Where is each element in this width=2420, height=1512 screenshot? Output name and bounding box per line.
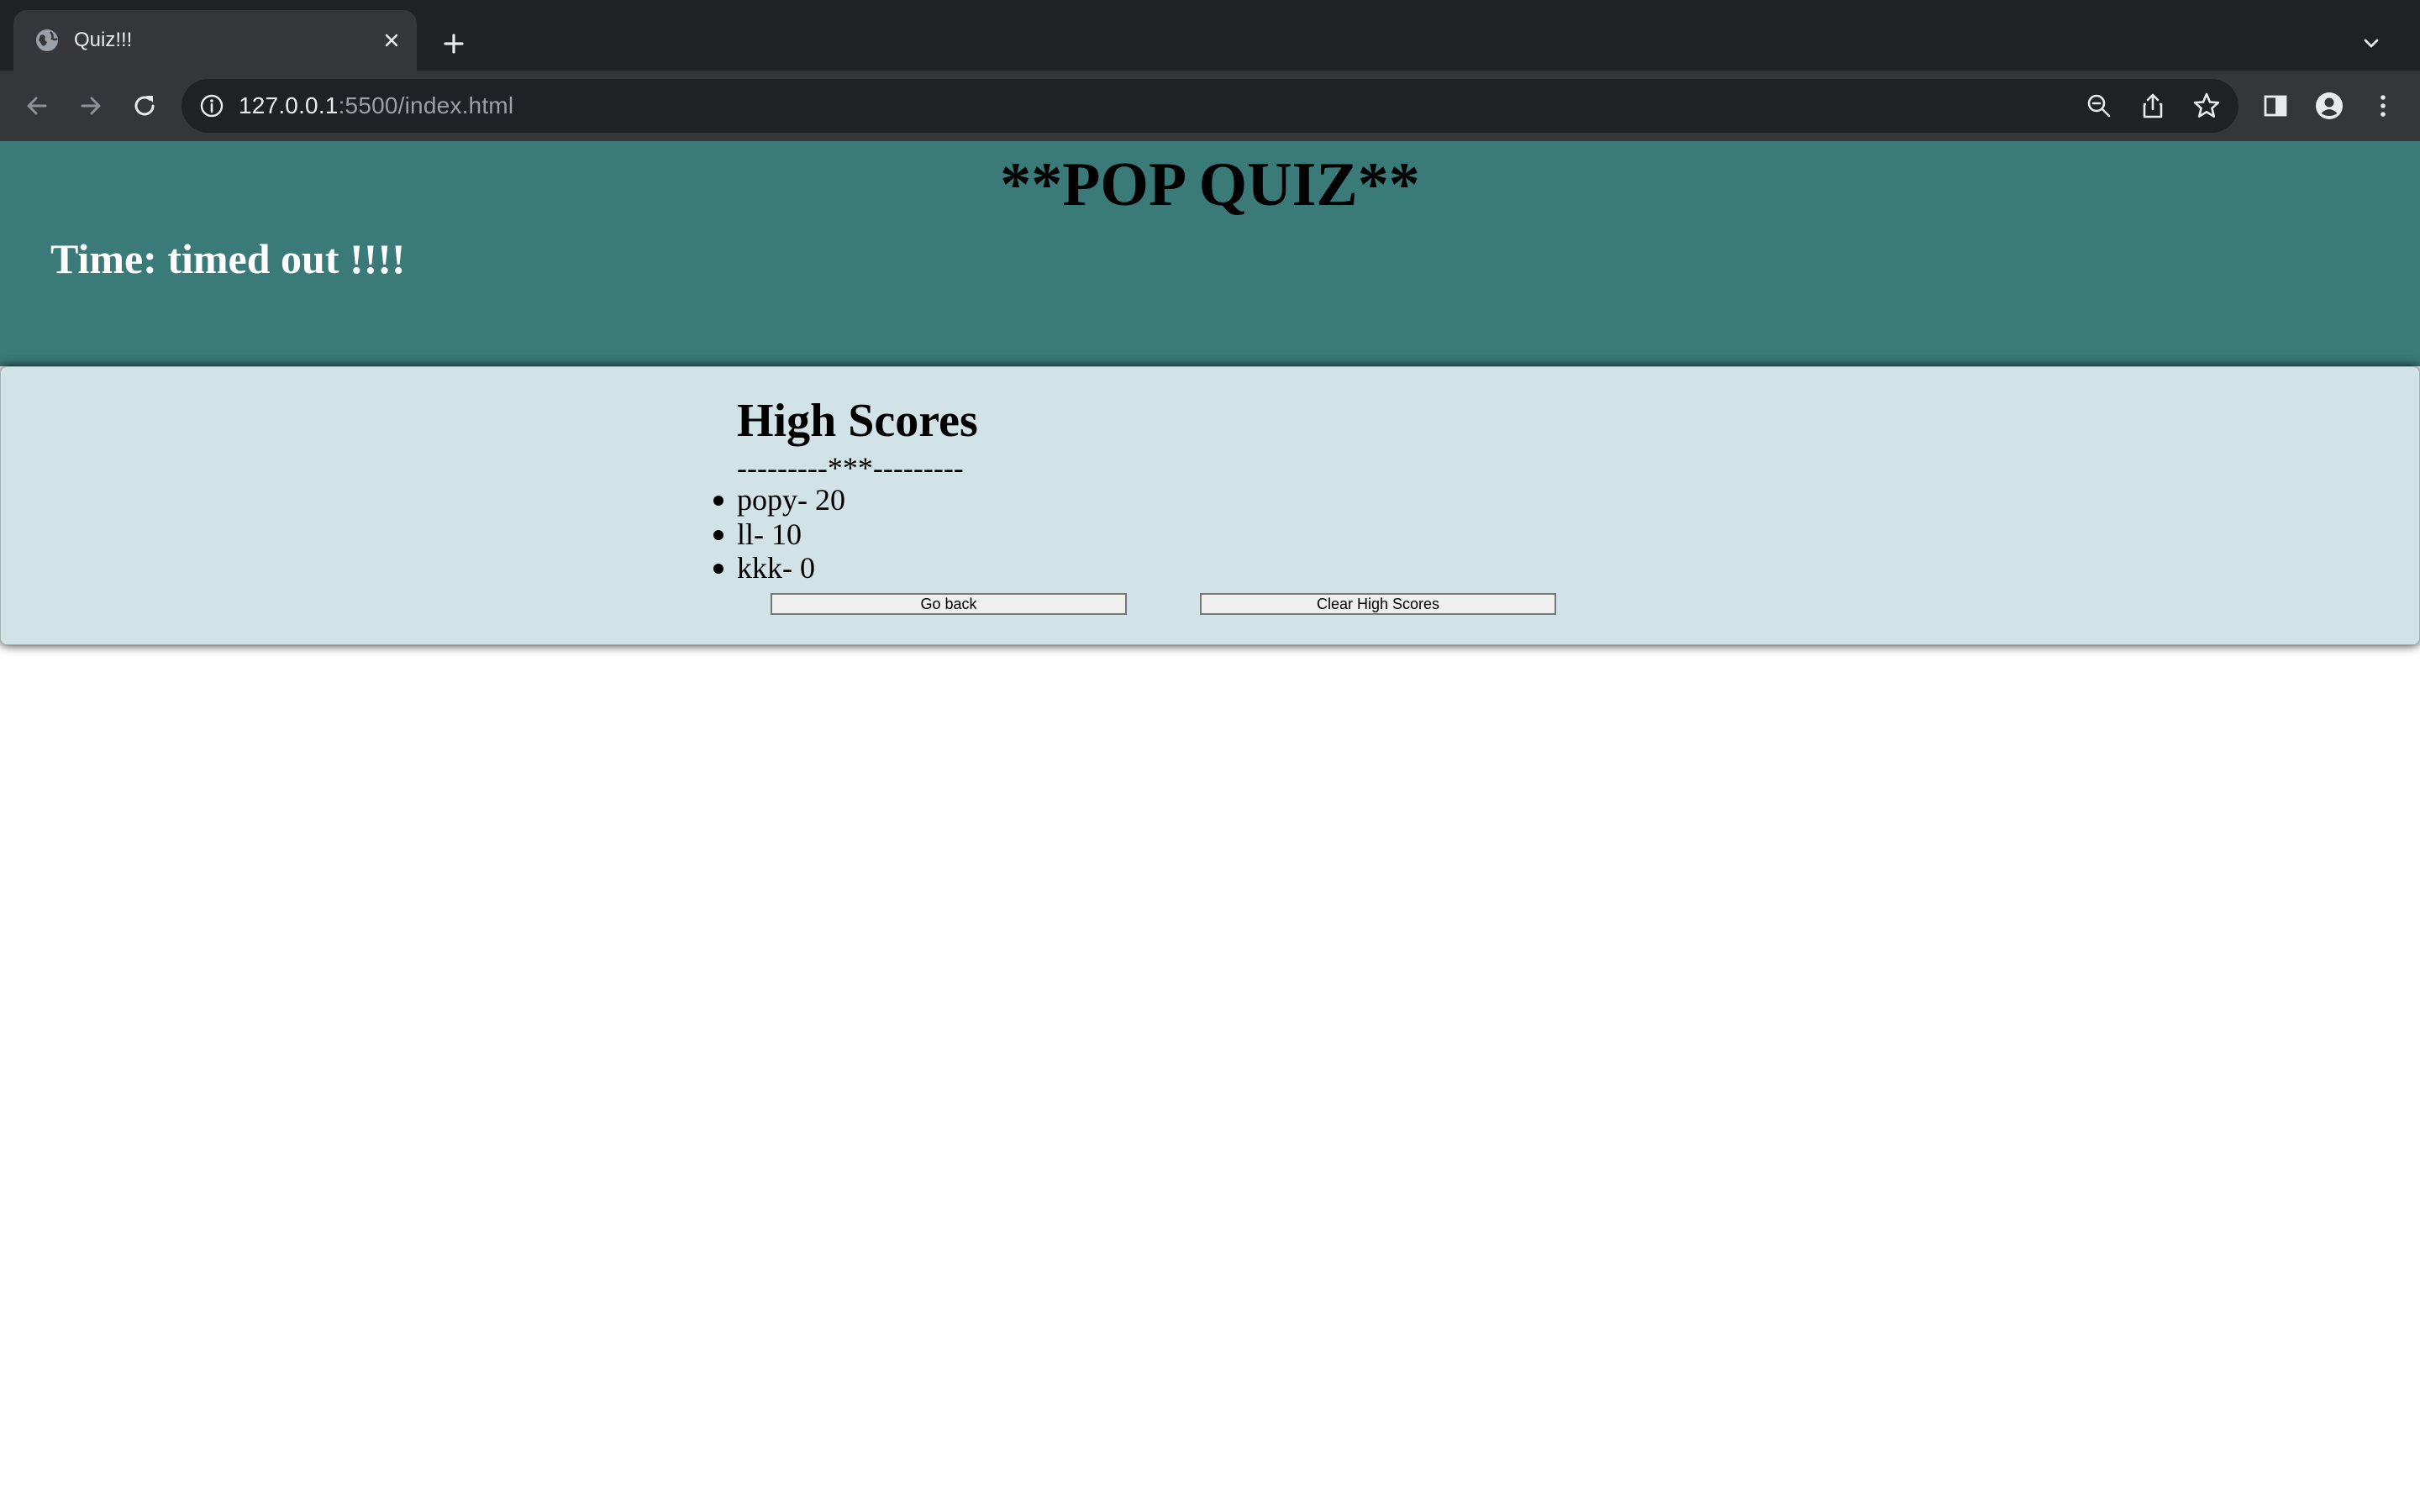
reload-icon[interactable] [128, 89, 161, 123]
profile-avatar-icon[interactable] [2314, 91, 2344, 121]
quiz-header: **POP QUIZ** Time: timed out !!!! [0, 141, 2420, 366]
chevron-down-icon[interactable] [2358, 30, 2385, 57]
clear-high-scores-button[interactable]: Clear High Scores [1200, 593, 1556, 615]
high-scores-card: High Scores ---------***--------- popy- … [0, 366, 2420, 645]
more-menu-icon[interactable] [2368, 91, 2398, 121]
zoom-icon[interactable] [2084, 91, 2114, 121]
address-bar[interactable]: 127.0.0.1:5500/index.html [182, 79, 2238, 133]
score-entry-text: kkk- 0 [737, 551, 815, 585]
bullet-icon [713, 564, 723, 574]
bullet-icon [713, 496, 723, 506]
tab-strip: Quiz!!! [0, 0, 2420, 71]
score-entry: kkk- 0 [713, 551, 845, 585]
page-viewport: **POP QUIZ** Time: timed out !!!! High S… [0, 141, 2420, 1512]
back-arrow-icon[interactable] [20, 89, 54, 123]
bookmark-star-icon[interactable] [2191, 91, 2222, 121]
browser-tab[interactable]: Quiz!!! [13, 10, 417, 71]
timer-status: Time: timed out !!!! [50, 235, 406, 282]
url-host: 127.0.0.1 [239, 92, 339, 118]
close-icon[interactable] [378, 27, 405, 54]
high-scores-divider: ---------***--------- [737, 451, 964, 485]
high-scores-heading: High Scores [737, 395, 978, 447]
score-entry-text: popy- 20 [737, 483, 845, 517]
tab-title: Quiz!!! [74, 29, 133, 51]
high-scores-list: popy- 20 ll- 10 kkk- 0 [713, 483, 845, 585]
new-tab-plus-icon[interactable] [437, 27, 471, 60]
score-entry: popy- 20 [713, 483, 845, 517]
site-info-icon[interactable] [198, 92, 225, 119]
score-entry-text: ll- 10 [737, 517, 802, 551]
share-icon[interactable] [2138, 91, 2168, 121]
side-panel-icon[interactable] [2260, 91, 2291, 121]
forward-arrow-icon[interactable] [74, 89, 108, 123]
bullet-icon [713, 529, 723, 540]
page-title: **POP QUIZ** [1000, 150, 1420, 219]
browser-toolbar: 127.0.0.1:5500/index.html [0, 71, 2420, 141]
url-text[interactable]: 127.0.0.1:5500/index.html [239, 90, 513, 122]
url-path: :5500/index.html [338, 92, 514, 118]
globe-icon [36, 29, 58, 51]
go-back-button[interactable]: Go back [771, 593, 1127, 615]
score-entry: ll- 10 [713, 517, 845, 552]
